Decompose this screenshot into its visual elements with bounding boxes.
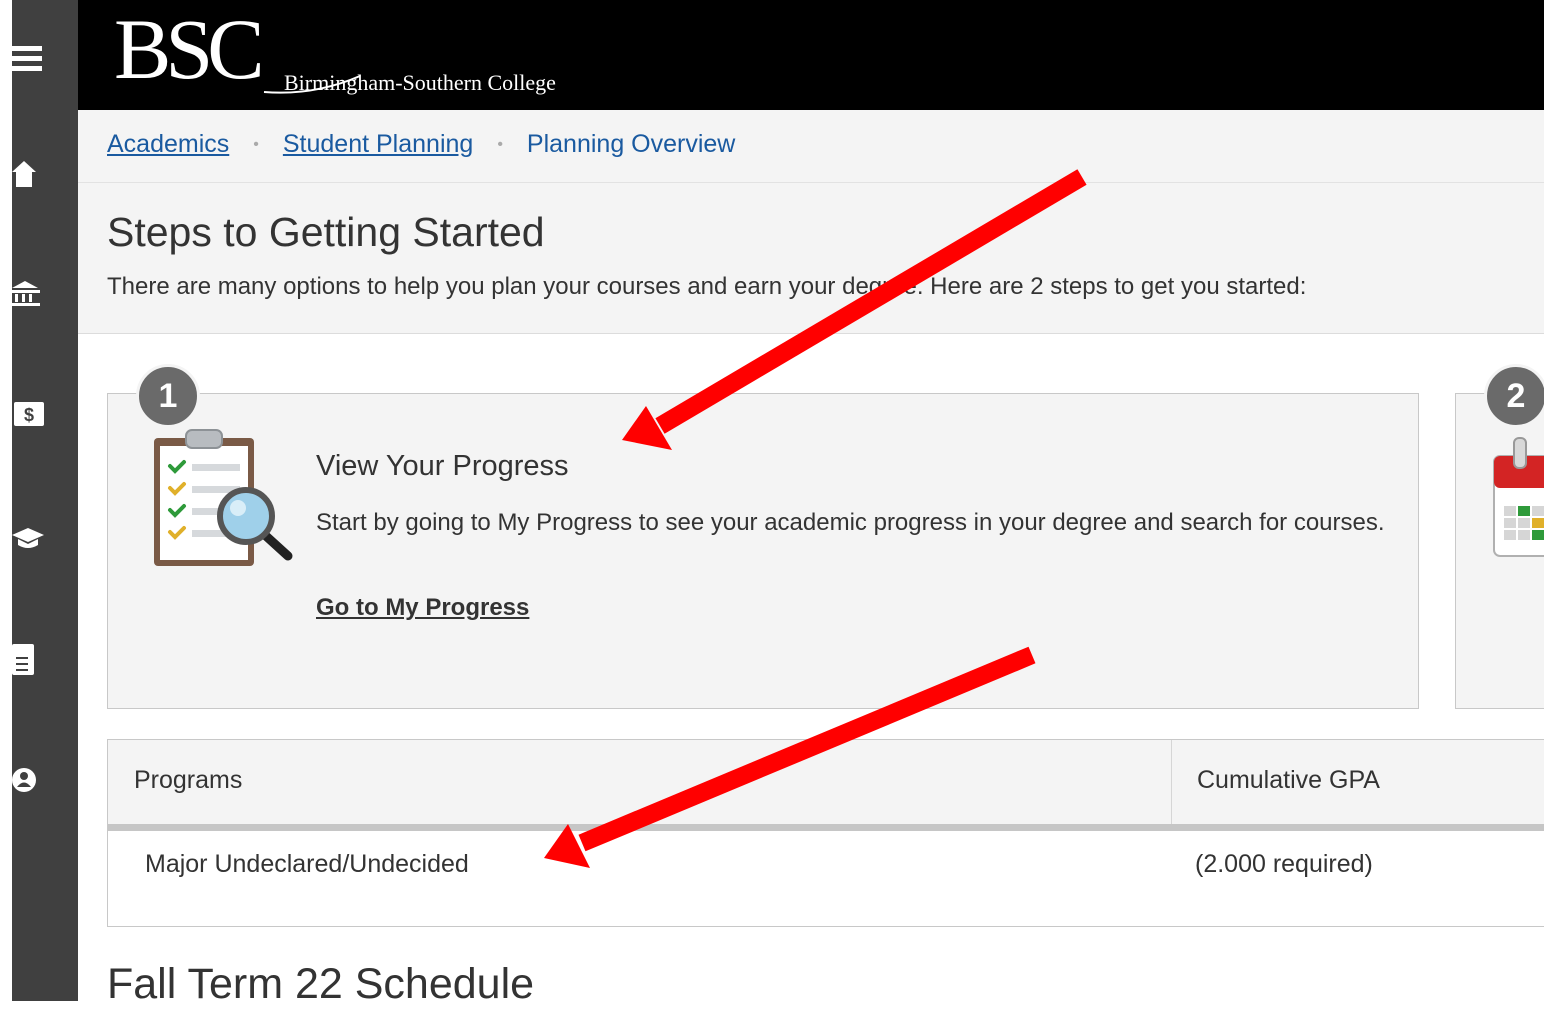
- breadcrumb-separator: •: [497, 135, 503, 153]
- college-name: Birmingham-Southern College: [284, 70, 556, 95]
- column-header-cumulative-gpa: Cumulative GPA: [1197, 766, 1380, 794]
- money-icon[interactable]: $: [12, 392, 52, 436]
- steps-description: There are many options to help you plan …: [107, 273, 1307, 300]
- column-header-programs: Programs: [134, 766, 243, 794]
- document-icon[interactable]: [12, 638, 52, 682]
- go-to-my-progress-link[interactable]: Go to My Progress: [316, 594, 529, 622]
- graduation-cap-icon[interactable]: [12, 518, 52, 562]
- clipboard-search-icon: [154, 429, 293, 566]
- steps-section: Steps to Getting Started There are many …: [78, 183, 1544, 334]
- programs-table-header: Programs Cumulative GPA: [108, 740, 1544, 831]
- step-card-title: View Your Progress: [316, 450, 569, 482]
- gpa-required-cell: (2.000 required): [1195, 850, 1373, 878]
- sidebar-nav: $: [12, 0, 78, 1001]
- user-icon[interactable]: [12, 758, 52, 802]
- step-card-description: Start by going to My Progress to see you…: [316, 509, 1385, 536]
- step-number-badge: 1: [136, 364, 200, 428]
- breadcrumb: Academics • Student Planning • Planning …: [78, 110, 1544, 183]
- breadcrumb-academics[interactable]: Academics: [107, 130, 229, 159]
- schedule-title: Fall Term 22 Schedule: [107, 960, 535, 1008]
- breadcrumb-planning-overview: Planning Overview: [526, 130, 736, 158]
- home-icon[interactable]: [12, 152, 52, 196]
- step-card-2: 2: [1455, 364, 1544, 709]
- programs-table: Programs Cumulative GPA Major Undeclared…: [107, 739, 1544, 927]
- svg-text:$: $: [24, 405, 34, 425]
- site-header: BSC Birmingham-Southern College: [78, 0, 1544, 110]
- column-divider: [1171, 740, 1172, 824]
- step-number-badge: 2: [1484, 364, 1544, 428]
- bank-icon[interactable]: [12, 272, 52, 316]
- step-card-view-progress: 1 View Your Progress Start by going to M…: [107, 364, 1419, 709]
- menu-icon[interactable]: [12, 36, 52, 80]
- page-title: Steps to Getting Started: [107, 209, 545, 255]
- calendar-icon: [1493, 437, 1544, 557]
- window-edge: [0, 0, 12, 1001]
- program-name-cell[interactable]: Major Undeclared/Undecided: [145, 850, 469, 879]
- breadcrumb-separator: •: [253, 135, 259, 153]
- breadcrumb-student-planning[interactable]: Student Planning: [283, 130, 473, 159]
